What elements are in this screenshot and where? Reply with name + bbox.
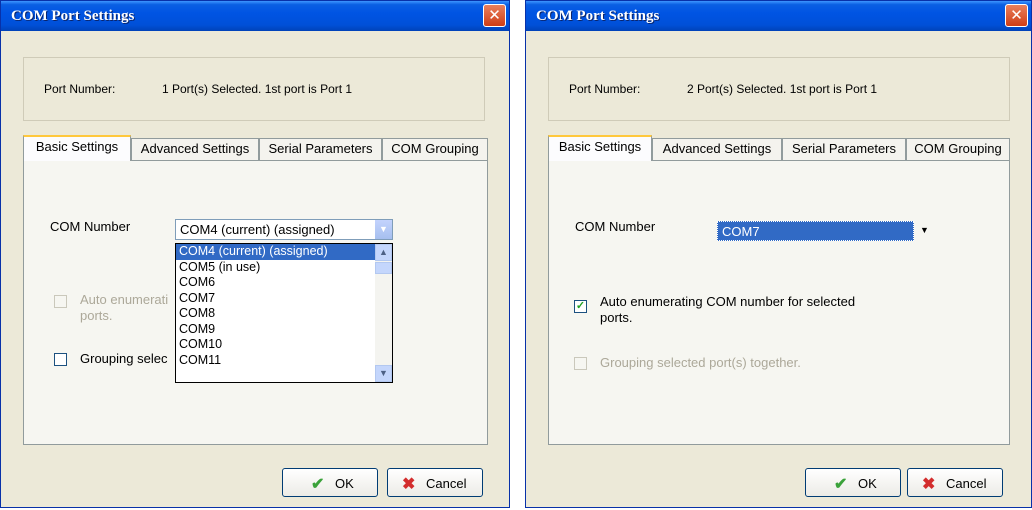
list-item[interactable]: COM11 <box>176 353 392 369</box>
grouping-checkbox[interactable] <box>574 357 587 370</box>
tab-serial-parameters[interactable]: Serial Parameters <box>259 138 382 160</box>
com-number-label: COM Number <box>50 219 131 234</box>
basic-settings-panel: COM Number COM7 ▼ ✓ Auto enumerating COM… <box>548 160 1010 445</box>
scroll-down-icon[interactable]: ▼ <box>375 365 392 382</box>
com-port-settings-dialog-1: COM Port Settings ✕ Port Number: 1 Port(… <box>0 0 510 508</box>
list-item[interactable]: COM5 (in use) <box>176 260 392 276</box>
close-button[interactable]: ✕ <box>483 4 506 27</box>
tab-advanced-settings[interactable]: Advanced Settings <box>131 138 259 160</box>
x-icon: ✖ <box>922 476 936 493</box>
list-item[interactable]: COM8 <box>176 306 392 322</box>
tab-basic-settings[interactable]: Basic Settings <box>548 135 652 161</box>
cancel-button-label: Cancel <box>946 476 987 491</box>
auto-enumerate-label-line2: ports. <box>600 310 633 325</box>
cancel-button[interactable]: ✖ Cancel <box>387 468 483 497</box>
auto-enumerate-checkbox[interactable] <box>54 295 67 308</box>
title-bar[interactable]: COM Port Settings ✕ <box>1 1 509 31</box>
com-number-select[interactable]: COM7 ▼ <box>717 221 947 243</box>
chevron-down-icon[interactable]: ▼ <box>375 220 392 239</box>
close-button[interactable]: ✕ <box>1005 4 1028 27</box>
chevron-down-icon[interactable]: ▼ <box>920 225 929 235</box>
list-item[interactable]: COM7 <box>176 291 392 307</box>
tab-serial-parameters[interactable]: Serial Parameters <box>782 138 906 160</box>
list-item[interactable]: COM10 <box>176 337 392 353</box>
dialog-title: COM Port Settings <box>11 8 135 24</box>
basic-settings-panel: COM Number COM4 (current) (assigned) ▼ C… <box>23 160 488 445</box>
auto-enumerate-checkbox[interactable]: ✓ <box>574 300 587 313</box>
tab-basic-settings[interactable]: Basic Settings <box>23 135 131 161</box>
port-number-group: Port Number: 2 Port(s) Selected. 1st por… <box>548 57 1010 121</box>
tab-com-grouping[interactable]: COM Grouping <box>906 138 1010 160</box>
close-icon: ✕ <box>488 6 501 24</box>
ok-button[interactable]: ✔ OK <box>282 468 378 497</box>
auto-enumerate-label: Auto enumerati <box>80 292 169 307</box>
port-number-label: Port Number: <box>569 82 641 96</box>
tab-com-grouping[interactable]: COM Grouping <box>382 138 488 160</box>
port-number-value: 1 Port(s) Selected. 1st port is Port 1 <box>162 82 353 96</box>
list-item[interactable]: COM6 <box>176 275 392 291</box>
port-number-value: 2 Port(s) Selected. 1st port is Port 1 <box>687 82 878 96</box>
dialog-title: COM Port Settings <box>536 8 660 24</box>
com-number-dropdown-list[interactable]: COM4 (current) (assigned) COM5 (in use) … <box>175 243 393 383</box>
close-icon: ✕ <box>1010 6 1023 24</box>
com-number-select[interactable]: COM4 (current) (assigned) ▼ <box>175 219 393 240</box>
com-number-value: COM4 (current) (assigned) <box>180 222 335 237</box>
grouping-label: Grouping selected port(s) together. <box>600 355 801 370</box>
tab-advanced-settings[interactable]: Advanced Settings <box>652 138 782 160</box>
grouping-label: Grouping selec <box>80 351 168 366</box>
ok-button-label: OK <box>858 476 877 491</box>
port-number-group: Port Number: 1 Port(s) Selected. 1st por… <box>23 57 485 121</box>
x-icon: ✖ <box>402 476 416 493</box>
ok-button-label: OK <box>335 476 354 491</box>
ok-button[interactable]: ✔ OK <box>805 468 901 497</box>
port-number-label: Port Number: <box>44 82 116 96</box>
scroll-thumb[interactable] <box>375 262 392 274</box>
scrollbar[interactable]: ▲ ▼ <box>375 244 392 382</box>
checkmark-icon: ✔ <box>834 476 848 493</box>
list-item[interactable]: COM9 <box>176 322 392 338</box>
com-number-value: COM7 <box>717 221 914 241</box>
auto-enumerate-label-line2: ports. <box>80 308 113 323</box>
com-port-settings-dialog-2: COM Port Settings ✕ Port Number: 2 Port(… <box>525 0 1032 508</box>
cancel-button[interactable]: ✖ Cancel <box>907 468 1003 497</box>
list-item[interactable]: COM4 (current) (assigned) <box>176 244 392 260</box>
checkmark-icon: ✔ <box>311 476 325 493</box>
cancel-button-label: Cancel <box>426 476 467 491</box>
title-bar[interactable]: COM Port Settings ✕ <box>526 1 1031 31</box>
com-number-label: COM Number <box>575 219 656 234</box>
grouping-checkbox[interactable] <box>54 353 67 366</box>
auto-enumerate-label: Auto enumerating COM number for selected <box>600 294 856 309</box>
scroll-up-icon[interactable]: ▲ <box>375 244 392 261</box>
